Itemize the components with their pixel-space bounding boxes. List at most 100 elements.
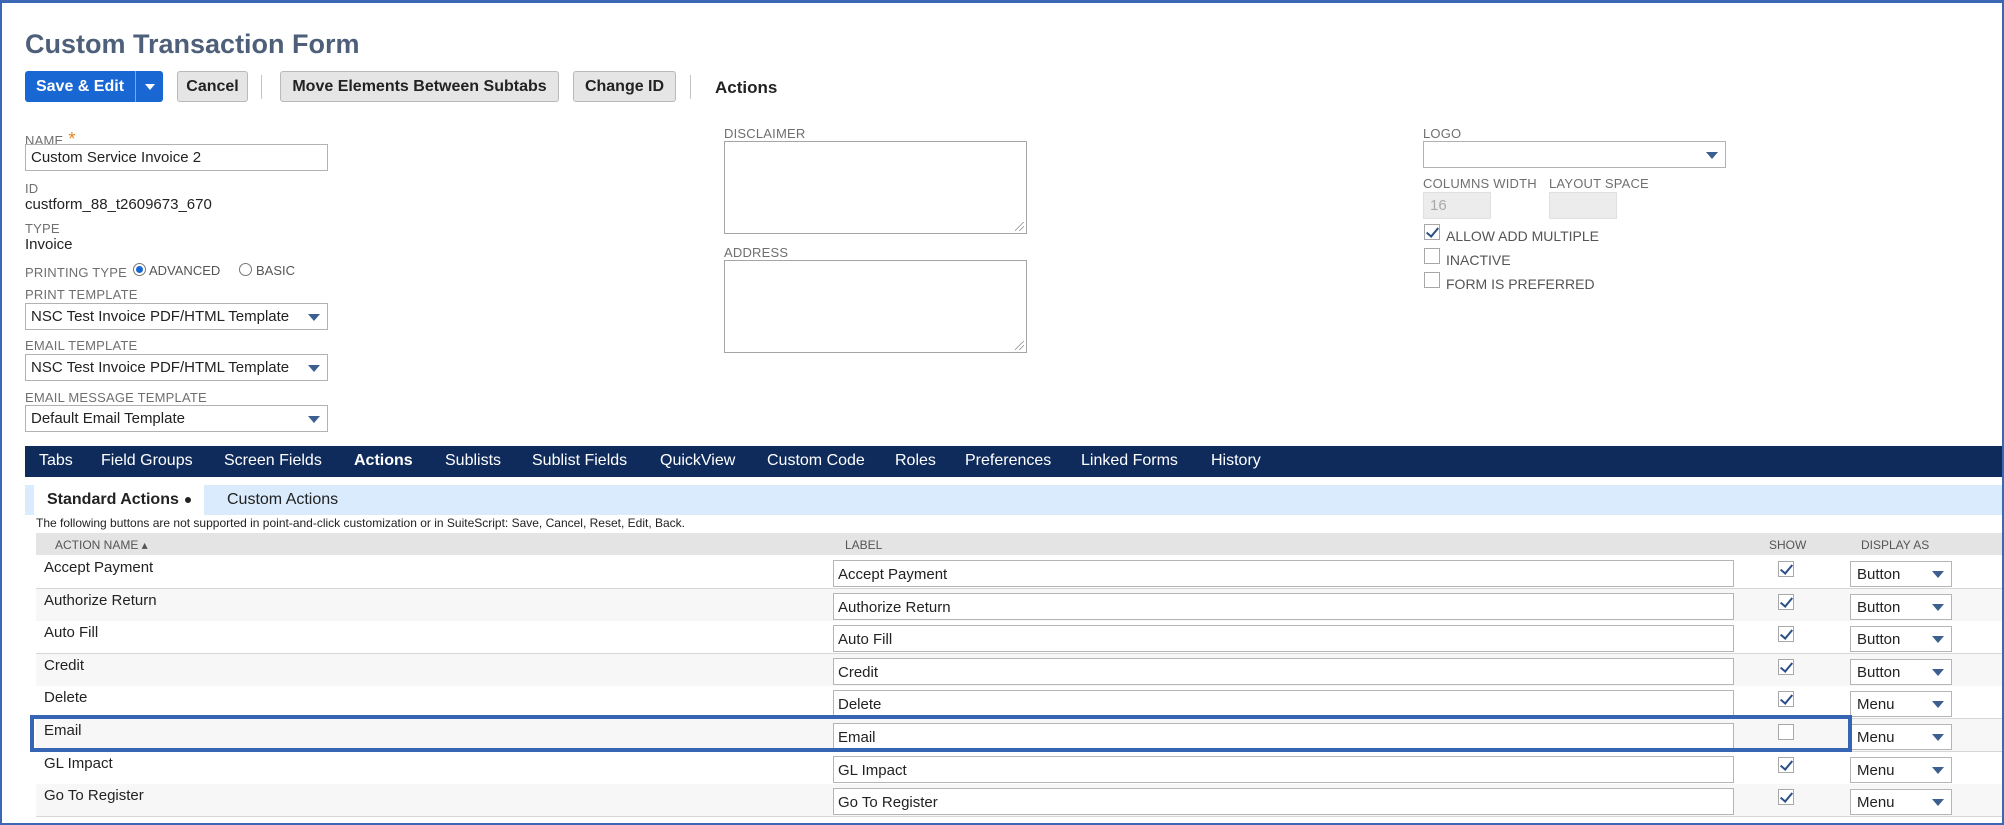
toolbar-divider (690, 75, 691, 99)
tab-roles[interactable]: Roles (895, 452, 936, 470)
display-as-select[interactable]: Menu (1850, 724, 1952, 750)
name-field[interactable]: Custom Service Invoice 2 (25, 144, 328, 171)
chevron-down-icon (1932, 799, 1944, 806)
inactive-checkbox[interactable] (1424, 248, 1440, 264)
type-value: Invoice (25, 236, 73, 253)
address-textarea[interactable] (724, 260, 1027, 353)
tab-screen-fields[interactable]: Screen Fields (224, 452, 322, 470)
save-edit-button[interactable]: Save & Edit (25, 71, 135, 102)
email-message-template-select[interactable]: Default Email Template (25, 405, 328, 432)
actions-table-header: ACTION NAME ▴ LABEL SHOW DISPLAY AS (36, 533, 2002, 555)
action-label-input[interactable]: Authorize Return (833, 593, 1734, 620)
inactive-label: INACTIVE (1446, 252, 1511, 268)
display-as-select[interactable]: Button (1850, 594, 1952, 620)
address-label: ADDRESS (724, 245, 789, 260)
tab-preferences[interactable]: Preferences (965, 452, 1051, 470)
window-frame: Custom Transaction Form Save & Edit Canc… (0, 0, 2004, 825)
printing-basic-radio[interactable] (239, 263, 252, 276)
display-as-value: Menu (1857, 729, 1895, 746)
display-as-select[interactable]: Button (1850, 561, 1952, 587)
actions-menu[interactable]: Actions (715, 78, 777, 98)
chevron-down-icon (308, 314, 320, 321)
columns-width-label: COLUMNS WIDTH (1423, 176, 1537, 191)
allow-add-multiple-checkbox[interactable] (1424, 224, 1440, 240)
form-is-preferred-label: FORM IS PREFERRED (1446, 276, 1595, 292)
disclaimer-textarea[interactable] (724, 141, 1027, 234)
chevron-down-icon (1932, 701, 1944, 708)
action-name: Go To Register (44, 787, 144, 804)
display-as-value: Button (1857, 566, 1901, 583)
resize-handle-icon[interactable] (1015, 341, 1024, 350)
tab-field-groups[interactable]: Field Groups (101, 452, 193, 470)
show-checkbox[interactable] (1778, 691, 1794, 707)
action-label-input[interactable]: GL Impact (833, 756, 1734, 783)
cancel-button[interactable]: Cancel (177, 71, 248, 102)
action-label-input[interactable]: Accept Payment (833, 560, 1734, 587)
action-label-input[interactable]: Go To Register (833, 788, 1734, 815)
resize-handle-icon[interactable] (1015, 222, 1024, 231)
display-as-value: Button (1857, 599, 1901, 616)
column-action-name[interactable]: ACTION NAME ▴ (55, 538, 148, 552)
display-as-value: Menu (1857, 762, 1895, 779)
change-id-button[interactable]: Change ID (573, 71, 676, 102)
action-label-input[interactable]: Delete (833, 690, 1734, 717)
column-show: SHOW (1769, 538, 1807, 552)
tab-sublist-fields[interactable]: Sublist Fields (532, 452, 627, 470)
chevron-down-icon (1932, 734, 1944, 741)
display-as-value: Menu (1857, 696, 1895, 713)
subtab-standard-actions[interactable]: Standard Actions (34, 485, 204, 515)
chevron-down-icon (1932, 604, 1944, 611)
save-options-dropdown[interactable] (135, 71, 163, 102)
tab-history[interactable]: History (1211, 452, 1261, 470)
tab-actions[interactable]: Actions (354, 452, 413, 470)
show-checkbox[interactable] (1778, 757, 1794, 773)
show-checkbox[interactable] (1778, 626, 1794, 642)
table-row: GL Impact GL Impact Menu (36, 752, 2002, 785)
chevron-down-icon (144, 83, 155, 90)
show-checkbox[interactable] (1778, 561, 1794, 577)
table-row: Auto Fill Auto Fill Button (36, 621, 2002, 654)
action-name: Delete (44, 689, 88, 706)
action-label-input[interactable]: Credit (833, 658, 1734, 685)
display-as-select[interactable]: Menu (1850, 691, 1952, 717)
print-template-select[interactable]: NSC Test Invoice PDF/HTML Template (25, 303, 328, 330)
email-template-value: NSC Test Invoice PDF/HTML Template (31, 359, 290, 376)
display-as-select[interactable]: Button (1850, 659, 1952, 685)
logo-select[interactable] (1423, 141, 1726, 168)
tab-linked-forms[interactable]: Linked Forms (1081, 452, 1178, 470)
table-row: Credit Credit Button (36, 654, 2002, 687)
show-checkbox[interactable] (1778, 594, 1794, 610)
columns-width-field: 16 (1423, 192, 1491, 219)
show-checkbox[interactable] (1778, 659, 1794, 675)
disclaimer-label: DISCLAIMER (724, 126, 806, 141)
display-as-select[interactable]: Menu (1850, 757, 1952, 783)
display-as-select[interactable]: Menu (1850, 789, 1952, 815)
chevron-down-icon (1932, 669, 1944, 676)
print-template-value: NSC Test Invoice PDF/HTML Template (31, 308, 290, 325)
display-as-select[interactable]: Button (1850, 626, 1952, 652)
action-label-input[interactable]: Auto Fill (833, 625, 1734, 652)
email-template-select[interactable]: NSC Test Invoice PDF/HTML Template (25, 354, 328, 381)
form-is-preferred-checkbox[interactable] (1424, 272, 1440, 288)
tab-quickview[interactable]: QuickView (660, 452, 735, 470)
type-label: TYPE (25, 221, 60, 236)
display-as-value: Menu (1857, 794, 1895, 811)
table-row: Go To Register Go To Register Menu (36, 784, 2002, 817)
tab-tabs[interactable]: Tabs (39, 452, 73, 470)
action-name: Auto Fill (44, 624, 99, 641)
email-message-template-label: EMAIL MESSAGE TEMPLATE (25, 390, 207, 405)
display-as-value: Button (1857, 664, 1901, 681)
move-elements-button[interactable]: Move Elements Between Subtabs (280, 71, 559, 102)
layout-space-label: LAYOUT SPACE (1549, 176, 1649, 191)
tab-custom-code[interactable]: Custom Code (767, 452, 865, 470)
tab-sublists[interactable]: Sublists (445, 452, 501, 470)
actions-subtab-bar: Standard Actions Custom Actions (25, 485, 2002, 515)
subtab-custom-actions[interactable]: Custom Actions (214, 485, 351, 515)
chevron-down-icon (308, 416, 320, 423)
active-dot-icon (184, 497, 191, 503)
action-name: GL Impact (44, 755, 113, 772)
table-row: Accept Payment Accept Payment Button (36, 556, 2002, 589)
show-checkbox[interactable] (1778, 789, 1794, 805)
printing-advanced-radio[interactable] (133, 263, 146, 276)
column-display-as: DISPLAY AS (1861, 538, 1930, 552)
